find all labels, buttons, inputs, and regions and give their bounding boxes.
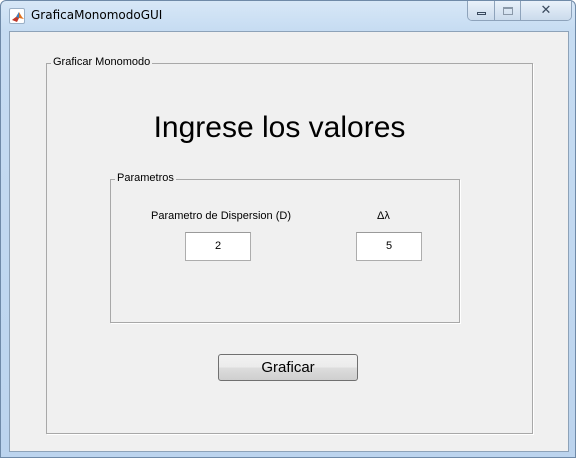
graficar-monomodo-panel: Graficar Monomodo Ingrese los valores Pa… xyxy=(46,56,533,434)
matlab-icon xyxy=(9,8,25,24)
parametros-panel-title: Parametros xyxy=(115,172,176,184)
maximize-button[interactable] xyxy=(495,1,521,20)
figure-area: Graficar Monomodo Ingrese los valores Pa… xyxy=(9,31,569,452)
minimize-button[interactable] xyxy=(468,1,495,20)
title-bar[interactable]: GraficaMonomodoGUI ✕ xyxy=(1,1,575,31)
window-controls: ✕ xyxy=(467,1,572,21)
app-window: GraficaMonomodoGUI ✕ Graficar Monomodo I… xyxy=(0,0,576,458)
close-icon: ✕ xyxy=(540,3,552,18)
close-button[interactable]: ✕ xyxy=(521,1,571,20)
delta-lambda-label: Δλ xyxy=(377,210,390,222)
window-title: GraficaMonomodoGUI xyxy=(31,8,163,22)
parametros-panel: Parametros Parametro de Dispersion (D) Δ… xyxy=(110,172,460,323)
dispersion-input[interactable]: 2 xyxy=(185,232,251,261)
delta-lambda-input[interactable]: 5 xyxy=(356,232,422,261)
minimize-icon xyxy=(476,11,486,15)
panel-title: Graficar Monomodo xyxy=(51,56,153,68)
dispersion-label: Parametro de Dispersion (D) xyxy=(151,210,291,222)
maximize-icon xyxy=(502,6,513,15)
graficar-button[interactable]: Graficar xyxy=(218,354,358,381)
page-heading: Ingrese los valores xyxy=(153,111,406,144)
